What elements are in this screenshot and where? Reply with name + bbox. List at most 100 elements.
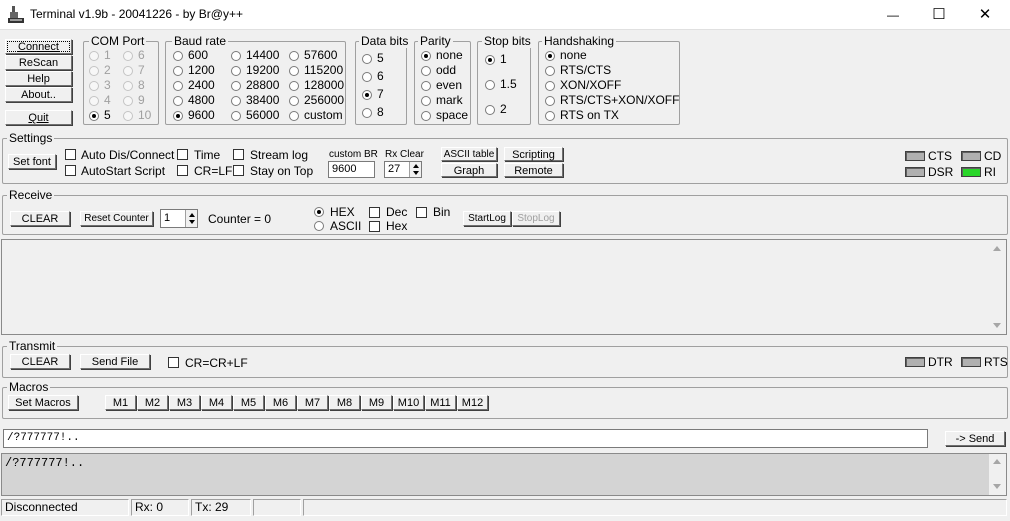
baud-256000-radio[interactable] bbox=[289, 96, 299, 106]
handshake-rts-cts-radio[interactable] bbox=[545, 66, 555, 76]
cr-crlf-checkbox[interactable] bbox=[168, 357, 179, 368]
send-file-button[interactable]: Send File bbox=[80, 354, 150, 369]
baud-custom-radio[interactable] bbox=[289, 111, 299, 121]
remote-button[interactable]: Remote bbox=[504, 163, 563, 177]
ascii-table-button[interactable]: ASCII table bbox=[441, 147, 497, 161]
macro-button-m12[interactable]: M12 bbox=[457, 395, 488, 410]
counter-spin-buttons[interactable] bbox=[185, 210, 197, 227]
send-input[interactable]: /?777777!.. bbox=[3, 429, 928, 448]
stream-log-checkbox[interactable] bbox=[233, 149, 244, 160]
scroll-up-icon[interactable] bbox=[993, 459, 1001, 464]
macro-button-m10[interactable]: M10 bbox=[393, 395, 424, 410]
scroll-down-icon[interactable] bbox=[993, 323, 1001, 328]
baud-57600-radio[interactable] bbox=[289, 51, 299, 61]
com-port-4-radio[interactable] bbox=[89, 96, 99, 106]
com-port-2-radio[interactable] bbox=[89, 66, 99, 76]
time-checkbox[interactable] bbox=[177, 149, 188, 160]
cr-lf-checkbox[interactable] bbox=[177, 165, 188, 176]
rts-led[interactable] bbox=[961, 357, 981, 367]
custom-br-input[interactable]: 9600 bbox=[328, 161, 375, 178]
data-bits-6-radio[interactable] bbox=[362, 72, 372, 82]
scripting-button[interactable]: Scripting bbox=[504, 147, 563, 161]
com-port-7-radio[interactable] bbox=[123, 66, 133, 76]
com-port-3-radio[interactable] bbox=[89, 81, 99, 91]
data-bits-8-radio[interactable] bbox=[362, 108, 372, 118]
com-port-5-radio[interactable] bbox=[89, 111, 99, 121]
dtr-led[interactable] bbox=[905, 357, 925, 367]
dec-checkbox[interactable] bbox=[369, 207, 380, 218]
rescan-button[interactable]: ReScan bbox=[5, 55, 72, 70]
reset-counter-button[interactable]: Reset Counter bbox=[80, 211, 153, 226]
macro-button-m5[interactable]: M5 bbox=[233, 395, 264, 410]
com-port-6-radio[interactable] bbox=[123, 51, 133, 61]
transmit-clear-button[interactable]: CLEAR bbox=[10, 354, 70, 369]
com-port-10-radio[interactable] bbox=[123, 111, 133, 121]
baud-1200-radio[interactable] bbox=[173, 66, 183, 76]
macro-button-m9[interactable]: M9 bbox=[361, 395, 392, 410]
ascii-radio[interactable] bbox=[314, 221, 324, 231]
baud-14400-radio[interactable] bbox=[231, 51, 241, 61]
stay-on-top-checkbox[interactable] bbox=[233, 165, 244, 176]
baud-2400-radio[interactable] bbox=[173, 81, 183, 91]
macro-button-m6[interactable]: M6 bbox=[265, 395, 296, 410]
data-bits-7-radio[interactable] bbox=[362, 90, 372, 100]
macro-button-m3[interactable]: M3 bbox=[169, 395, 200, 410]
baud-4800-radio[interactable] bbox=[173, 96, 183, 106]
minimize-button[interactable]: — bbox=[870, 0, 916, 30]
counter-stepper[interactable]: 1 bbox=[160, 209, 198, 228]
connect-button[interactable]: Connect bbox=[5, 39, 72, 54]
autostart-script-checkbox[interactable] bbox=[65, 165, 76, 176]
macro-button-m8[interactable]: M8 bbox=[329, 395, 360, 410]
stop-bits-1-radio[interactable] bbox=[485, 55, 495, 65]
baud-9600-radio[interactable] bbox=[173, 111, 183, 121]
stop-log-button[interactable]: StopLog bbox=[512, 211, 560, 226]
com-port-9-radio[interactable] bbox=[123, 96, 133, 106]
baud-128000-radio[interactable] bbox=[289, 81, 299, 91]
receive-text-area[interactable] bbox=[1, 239, 1007, 335]
auto-dis-connect-checkbox[interactable] bbox=[65, 149, 76, 160]
hex-checkbox[interactable] bbox=[369, 221, 380, 232]
quit-button[interactable]: Quit bbox=[5, 110, 72, 125]
parity-even-radio[interactable] bbox=[421, 81, 431, 91]
baud-38400-radio[interactable] bbox=[231, 96, 241, 106]
macro-button-m2[interactable]: M2 bbox=[137, 395, 168, 410]
macro-button-m7[interactable]: M7 bbox=[297, 395, 328, 410]
close-button[interactable]: ✕ bbox=[962, 0, 1008, 30]
rx-clear-spin-buttons[interactable] bbox=[409, 162, 421, 177]
baud-19200-radio[interactable] bbox=[231, 66, 241, 76]
receive-clear-button[interactable]: CLEAR bbox=[10, 211, 70, 226]
parity-space-radio[interactable] bbox=[421, 111, 431, 121]
stop-bits-1-5-radio[interactable] bbox=[485, 80, 495, 90]
parity-none-radio[interactable] bbox=[421, 51, 431, 61]
rx-clear-stepper[interactable]: 27 bbox=[384, 161, 422, 178]
set-macros-button[interactable]: Set Macros bbox=[8, 395, 78, 410]
hex-radio[interactable] bbox=[314, 207, 324, 217]
start-log-button[interactable]: StartLog bbox=[463, 211, 511, 226]
parity-mark-radio[interactable] bbox=[421, 96, 431, 106]
stop-bits-2-radio[interactable] bbox=[485, 105, 495, 115]
handshake-none-radio[interactable] bbox=[545, 51, 555, 61]
scroll-down-icon[interactable] bbox=[993, 484, 1001, 489]
handshake-rts-cts-xon-xoff-radio[interactable] bbox=[545, 96, 555, 106]
maximize-button[interactable]: ☐ bbox=[916, 0, 962, 30]
macro-button-m11[interactable]: M11 bbox=[425, 395, 456, 410]
com-port-1-radio[interactable] bbox=[89, 51, 99, 61]
scroll-up-icon[interactable] bbox=[993, 246, 1001, 251]
bin-checkbox[interactable] bbox=[416, 207, 427, 218]
transmit-log-scrollbar[interactable] bbox=[989, 454, 1006, 495]
handshake-xon-xoff-radio[interactable] bbox=[545, 81, 555, 91]
help-button[interactable]: Help bbox=[5, 71, 72, 86]
baud-600-radio[interactable] bbox=[173, 51, 183, 61]
data-bits-5-radio[interactable] bbox=[362, 54, 372, 64]
macro-button-m1[interactable]: M1 bbox=[105, 395, 136, 410]
about-button[interactable]: About.. bbox=[5, 87, 72, 102]
baud-28800-radio[interactable] bbox=[231, 81, 241, 91]
parity-odd-radio[interactable] bbox=[421, 66, 431, 76]
baud-56000-radio[interactable] bbox=[231, 111, 241, 121]
handshake-rts-on-tx-radio[interactable] bbox=[545, 111, 555, 121]
transmit-log-area[interactable]: /?777777!.. bbox=[1, 453, 1007, 496]
receive-scrollbar[interactable] bbox=[989, 240, 1006, 334]
graph-button[interactable]: Graph bbox=[441, 163, 497, 177]
set-font-button[interactable]: Set font bbox=[8, 154, 56, 169]
baud-115200-radio[interactable] bbox=[289, 66, 299, 76]
